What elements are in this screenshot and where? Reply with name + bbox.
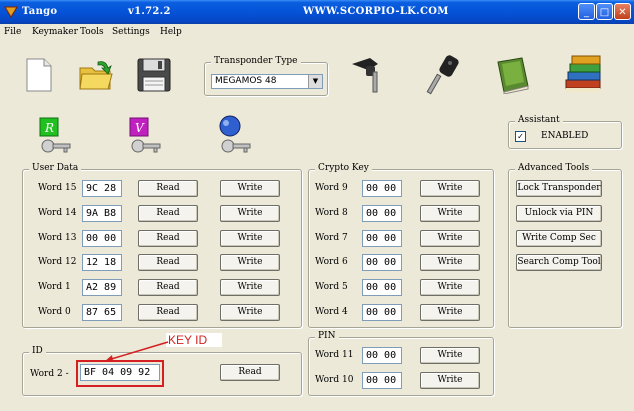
minimize-button[interactable]: _ [578, 3, 595, 20]
lock-transponder-button[interactable]: Lock Transponder [516, 180, 602, 197]
key-r-icon[interactable]: R [38, 116, 72, 159]
user-data-word-field[interactable]: 9C 28 [82, 180, 122, 197]
car-key-icon[interactable] [348, 56, 388, 97]
crypto-key-word-field[interactable]: 00 00 [362, 279, 402, 296]
user-data-word-field[interactable]: 87 65 [82, 304, 122, 321]
pin-write-button[interactable]: Write [420, 347, 480, 364]
svg-text:V: V [135, 121, 145, 135]
transponder-type-value: MEGAMOS 48 [215, 76, 277, 86]
app-logo-icon [4, 5, 18, 19]
menu-help[interactable]: Help [160, 27, 182, 37]
crypto-key-word-label: Word 5 [315, 282, 348, 292]
user-data-word-label: Word 12 [38, 257, 77, 267]
pin-word-label: Word 10 [315, 375, 354, 385]
books-icon[interactable] [562, 54, 606, 99]
crypto-key-word-field[interactable]: 00 00 [362, 230, 402, 247]
crypto-key-word-field[interactable]: 00 00 [362, 254, 402, 271]
write-comp-sec-button[interactable]: Write Comp Sec [516, 230, 602, 247]
user-data-word-field[interactable]: 00 00 [82, 230, 122, 247]
menu-keymaker[interactable]: Keymaker [32, 27, 78, 37]
title-bar: Tango v1.72.2 WWW.SCORPIO-LK.COM _ □ ✕ [0, 0, 634, 24]
id-read-button[interactable]: Read [220, 364, 280, 381]
user-data-read-button[interactable]: Read [138, 279, 198, 296]
user-data-write-button[interactable]: Write [220, 230, 280, 247]
crypto-key-word-label: Word 7 [315, 233, 348, 243]
key-bubble-icon[interactable] [218, 114, 252, 159]
enabled-checkbox[interactable]: ✓ [515, 131, 526, 142]
user-data-word-label: Word 13 [38, 233, 77, 243]
user-data-read-button[interactable]: Read [138, 230, 198, 247]
window-title: Tango [22, 6, 58, 17]
user-data-write-button[interactable]: Write [220, 279, 280, 296]
crypto-key-write-button[interactable]: Write [420, 279, 480, 296]
key-id-annotation: KEY ID [168, 333, 208, 347]
pin-label: PIN [315, 331, 339, 341]
unlock-via-pin-button[interactable]: Unlock via PIN [516, 205, 602, 222]
advanced-tools-label: Advanced Tools [515, 163, 593, 173]
user-data-write-button[interactable]: Write [220, 180, 280, 197]
crypto-key-label: Crypto Key [315, 163, 372, 173]
crypto-key-word-field[interactable]: 00 00 [362, 205, 402, 222]
assistant-label: Assistant [515, 115, 563, 125]
user-data-read-button[interactable]: Read [138, 205, 198, 222]
pin-word-field[interactable]: 00 00 [362, 372, 402, 389]
crypto-key-word-label: Word 6 [315, 257, 348, 267]
new-file-icon[interactable] [26, 58, 52, 95]
open-folder-icon[interactable] [78, 58, 114, 95]
menu-file[interactable]: File [4, 27, 21, 37]
crypto-key-word-label: Word 8 [315, 208, 348, 218]
remote-key-icon[interactable] [426, 54, 466, 99]
user-data-word-label: Word 14 [38, 208, 77, 218]
user-data-word-label: Word 1 [38, 282, 71, 292]
user-data-write-button[interactable]: Write [220, 254, 280, 271]
user-data-write-button[interactable]: Write [220, 304, 280, 321]
crypto-key-write-button[interactable]: Write [420, 304, 480, 321]
crypto-key-write-button[interactable]: Write [420, 180, 480, 197]
crypto-key-word-field[interactable]: 00 00 [362, 180, 402, 197]
assistant-group: Assistant ✓ ENABLED [508, 115, 622, 149]
user-data-read-button[interactable]: Read [138, 254, 198, 271]
id-label: ID [29, 346, 46, 356]
id-word-2-field[interactable]: BF 04 09 92 [80, 364, 160, 381]
book-icon[interactable] [492, 56, 532, 97]
save-disk-icon[interactable] [136, 57, 172, 96]
user-data-word-label: Word 0 [38, 307, 71, 317]
crypto-key-word-field[interactable]: 00 00 [362, 304, 402, 321]
maximize-button[interactable]: □ [596, 3, 613, 20]
svg-text:R: R [44, 121, 54, 135]
menu-settings[interactable]: Settings [112, 27, 150, 37]
transponder-type-group: Transponder Type MEGAMOS 48 ▼ [204, 56, 328, 96]
crypto-key-word-label: Word 9 [315, 183, 348, 193]
user-data-word-field[interactable]: 12 18 [82, 254, 122, 271]
user-data-word-field[interactable]: A2 89 [82, 279, 122, 296]
enabled-label: ENABLED [541, 131, 589, 141]
crypto-key-write-button[interactable]: Write [420, 205, 480, 222]
pin-word-label: Word 11 [315, 350, 354, 360]
menu-bar: File Keymaker Tools Settings Help [0, 24, 634, 42]
transponder-type-label: Transponder Type [211, 56, 301, 66]
pin-word-field[interactable]: 00 00 [362, 347, 402, 364]
menu-tools[interactable]: Tools [80, 27, 104, 37]
key-v-icon[interactable]: V [128, 116, 162, 159]
user-data-write-button[interactable]: Write [220, 205, 280, 222]
chevron-down-icon[interactable]: ▼ [308, 75, 322, 88]
close-button[interactable]: ✕ [614, 3, 631, 20]
user-data-read-button[interactable]: Read [138, 304, 198, 321]
transponder-type-select[interactable]: MEGAMOS 48 ▼ [211, 74, 323, 89]
search-comp-tool-button[interactable]: Search Comp Tool [516, 254, 602, 271]
user-data-label: User Data [29, 163, 82, 173]
version-label: v1.72.2 [128, 6, 171, 17]
website-label: WWW.SCORPIO-LK.COM [303, 6, 449, 17]
crypto-key-write-button[interactable]: Write [420, 254, 480, 271]
key-id-arrow [104, 341, 169, 362]
user-data-word-field[interactable]: 9A B8 [82, 205, 122, 222]
pin-write-button[interactable]: Write [420, 372, 480, 389]
crypto-key-write-button[interactable]: Write [420, 230, 480, 247]
id-word-label: Word 2 - [30, 369, 69, 379]
crypto-key-word-label: Word 4 [315, 307, 348, 317]
user-data-word-label: Word 15 [38, 183, 77, 193]
user-data-read-button[interactable]: Read [138, 180, 198, 197]
